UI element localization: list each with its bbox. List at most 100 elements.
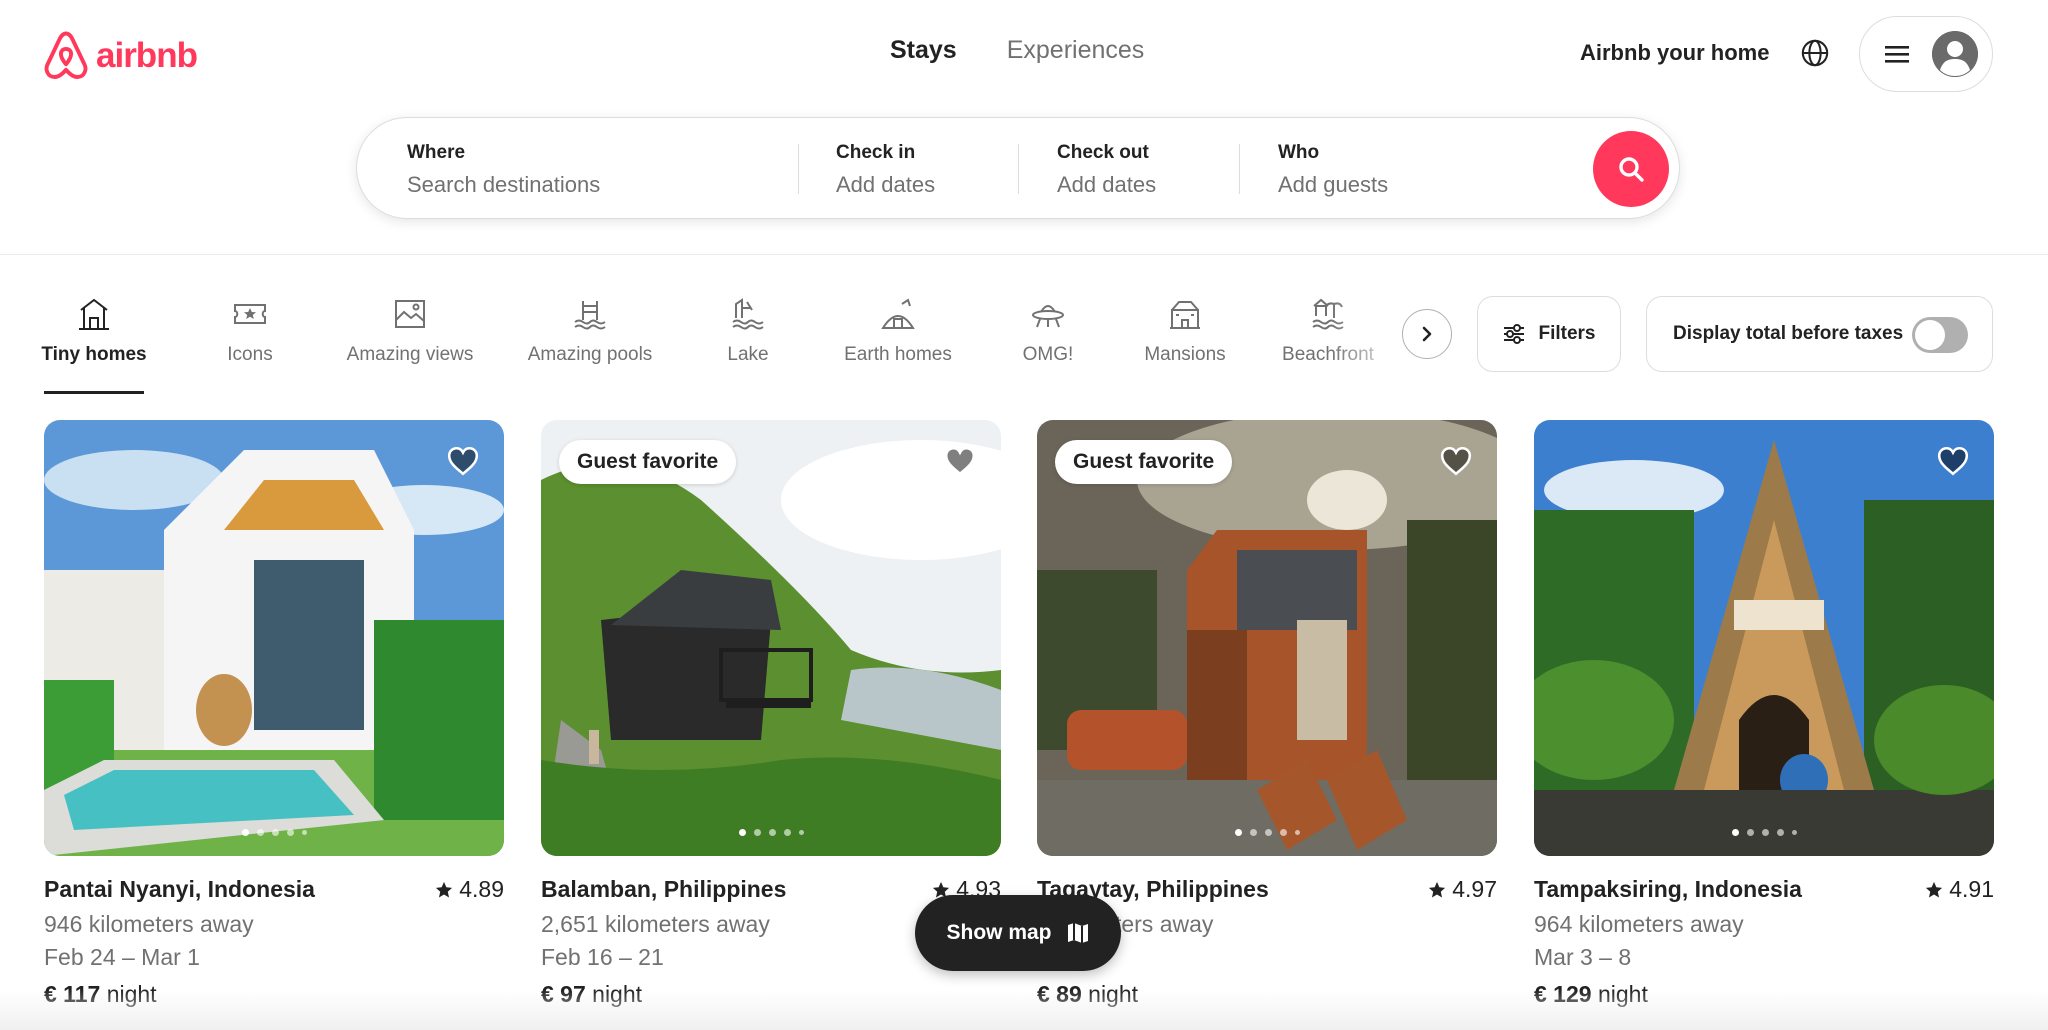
listing-card[interactable]: Tampaksiring, Indonesia 4.91 964 kilomet… (1534, 420, 1994, 1008)
page-bottom-fade (0, 990, 2048, 1030)
heart-icon[interactable] (943, 444, 977, 478)
heart-icon[interactable] (1936, 444, 1970, 478)
listing-title: Balamban, Philippines (541, 876, 787, 902)
pagination-dot (271, 829, 279, 836)
listing-title: Pantai Nyanyi, Indonesia (44, 876, 315, 902)
photo-pagination-dots (541, 829, 1001, 836)
search-checkin-field[interactable]: Check in Add dates (836, 118, 1026, 218)
listing-photo[interactable]: Guest favorite (1037, 420, 1497, 856)
display-total-label: Display total before taxes (1673, 323, 1904, 344)
pagination-dot (738, 829, 746, 836)
display-total-toggle-row[interactable]: Display total before taxes (1646, 296, 1993, 372)
heart-icon[interactable] (446, 444, 480, 478)
map-icon (1067, 923, 1088, 943)
pagination-dot (1746, 829, 1754, 836)
amazing-views-icon (395, 300, 425, 328)
pool-icon (574, 301, 606, 330)
globe-icon[interactable] (1800, 38, 1830, 68)
listing-photo[interactable] (1534, 420, 1994, 856)
brand-name: airbnb (96, 36, 198, 75)
search-divider (1018, 144, 1019, 194)
star-icon (1429, 881, 1446, 898)
pagination-dot (241, 829, 249, 836)
category-icons[interactable]: Icons (210, 296, 290, 366)
lake-icon (732, 298, 764, 330)
show-map-button[interactable]: Show map (915, 895, 1121, 971)
search-who-field[interactable]: Who Add guests (1278, 118, 1568, 218)
rating-value: 4.97 (1452, 876, 1497, 902)
photo-pagination-dots (1534, 829, 1994, 836)
category-mansions[interactable]: Mansions (1142, 296, 1228, 366)
listing-title-row: Tampaksiring, Indonesia 4.91 (1534, 876, 1994, 903)
who-label: Who (1278, 142, 1320, 163)
pagination-dot (1264, 829, 1272, 836)
listing-title-row: Balamban, Philippines 4.93 (541, 876, 1001, 903)
guest-favorite-badge: Guest favorite (1055, 440, 1233, 484)
rating-value: 4.91 (1949, 876, 1994, 902)
listing-image (541, 420, 1001, 856)
pagination-dot (1791, 830, 1797, 835)
pagination-dot (783, 829, 791, 836)
sliders-icon (1504, 324, 1525, 344)
ufo-icon (1032, 305, 1064, 328)
category-tiny-homes[interactable]: Tiny homes (41, 296, 147, 366)
category-lake[interactable]: Lake (718, 296, 778, 366)
listing-image (1534, 420, 1994, 856)
category-omg[interactable]: OMG! (1020, 296, 1076, 366)
search-where-field[interactable]: Where Search destinations (407, 118, 787, 218)
search-bar: Where Search destinations Check in Add d… (356, 117, 1680, 219)
airbnb-logo[interactable]: airbnb (42, 30, 198, 82)
listing-rating: 4.91 (1925, 876, 1994, 903)
category-label: Mansions (1144, 344, 1226, 365)
chevron-right-icon (1422, 326, 1432, 342)
search-checkout-field[interactable]: Check out Add dates (1057, 118, 1247, 218)
listing-image (1037, 420, 1497, 856)
category-amazing-pools[interactable]: Amazing pools (522, 296, 658, 366)
tab-experiences[interactable]: Experiences (1007, 36, 1145, 65)
heart-icon[interactable] (1439, 444, 1473, 478)
tab-stays[interactable]: Stays (890, 36, 957, 65)
filters-button[interactable]: Filters (1477, 296, 1621, 372)
who-placeholder: Add guests (1278, 172, 1389, 197)
icons-ticket-icon (234, 304, 266, 324)
category-label: Lake (727, 344, 769, 365)
where-placeholder: Search destinations (407, 172, 601, 197)
site-header: airbnb Stays Experiences Airbnb your hom… (0, 0, 2048, 255)
display-total-toggle[interactable] (1912, 317, 1968, 353)
pagination-dot (768, 829, 776, 836)
pagination-dot (1249, 829, 1257, 836)
listing-title-row: Tagaytay, Philippines 4.97 (1037, 876, 1497, 903)
search-icon (1619, 157, 1644, 182)
category-label: Tiny homes (41, 344, 147, 365)
checkout-label: Check out (1057, 142, 1149, 163)
pagination-dot (1761, 829, 1769, 836)
user-menu-button[interactable] (1859, 16, 1993, 92)
checkout-placeholder: Add dates (1057, 172, 1157, 197)
listing-card[interactable]: Pantai Nyanyi, Indonesia 4.89 946 kilome… (44, 420, 504, 1008)
mansion-icon (1170, 301, 1200, 329)
category-amazing-views[interactable]: Amazing views (340, 296, 480, 366)
checkin-label: Check in (836, 142, 916, 163)
pagination-dot (1294, 830, 1300, 835)
airbnb-belo-icon (44, 31, 88, 79)
pagination-dot (798, 830, 804, 835)
star-icon (436, 881, 453, 898)
category-label: Earth homes (844, 344, 952, 365)
search-divider (1239, 144, 1240, 194)
pagination-dot (1776, 829, 1784, 836)
listing-rating: 4.89 (435, 876, 504, 903)
category-earth-homes[interactable]: Earth homes (840, 296, 956, 366)
photo-pagination-dots (1037, 829, 1497, 836)
category-next-button[interactable] (1402, 309, 1452, 359)
listing-photo[interactable] (44, 420, 504, 856)
filters-label: Filters (1538, 323, 1596, 344)
listing-distance: 946 kilometers away (44, 911, 254, 937)
category-label: Amazing pools (527, 344, 653, 365)
listing-distance: 964 kilometers away (1534, 911, 1744, 937)
listing-dates: Feb 24 – Mar 1 (44, 944, 200, 970)
search-button[interactable] (1593, 131, 1669, 207)
category-label: OMG! (1022, 344, 1074, 365)
pagination-dot (1234, 829, 1242, 836)
airbnb-your-home-link[interactable]: Airbnb your home (1580, 40, 1769, 66)
listing-photo[interactable]: Guest favorite (541, 420, 1001, 856)
